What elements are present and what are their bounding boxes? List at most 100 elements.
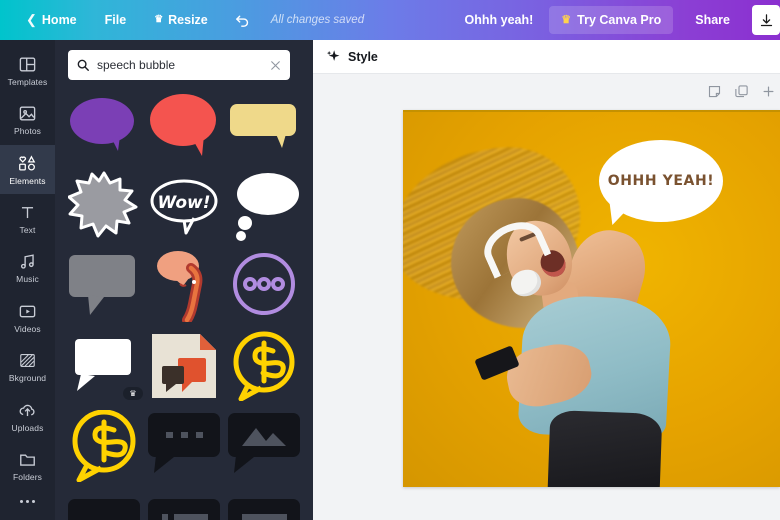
element-dark-list-tile[interactable]: [148, 490, 220, 520]
sidebar-item-photos[interactable]: Photos: [0, 95, 55, 144]
design-canvas[interactable]: OHHH YEAH!: [403, 110, 780, 487]
more-dots-icon: [32, 499, 35, 503]
upload-icon: [19, 404, 35, 416]
more-dots-icon: [20, 499, 23, 503]
background-icon: [20, 354, 35, 368]
sidebar-item-background[interactable]: Bkground: [0, 342, 55, 391]
folder-icon: [20, 454, 35, 466]
dark-square-dots-tile-icon: [68, 498, 140, 520]
element-yellow-rounded-speech-bubble[interactable]: [228, 90, 300, 162]
sparkle-icon: [326, 50, 340, 61]
document-title[interactable]: Ohhh yeah!: [449, 13, 550, 27]
white-thought-bubble-icon: [236, 173, 299, 241]
crown-icon: ♛: [129, 389, 137, 398]
save-status: All changes saved: [270, 14, 365, 26]
search-icon: [77, 59, 89, 71]
element-wow-outline-speech-bubble[interactable]: Wow!: [148, 170, 220, 242]
file-menu-button[interactable]: File: [91, 7, 141, 33]
undo-icon: [235, 15, 248, 27]
search-input-wrapper[interactable]: speech bubble: [68, 50, 290, 80]
resize-button[interactable]: ♛ Resize: [140, 7, 222, 33]
yellow-rounded-speech-bubble-icon: [230, 104, 296, 148]
element-yellow-dollar-outline-bubble[interactable]: [68, 410, 140, 482]
text-icon: [21, 206, 34, 218]
sidebar-item-music[interactable]: Music: [0, 244, 55, 293]
element-row: [68, 250, 300, 322]
try-canva-pro-button[interactable]: ♛ Try Canva Pro: [549, 6, 674, 34]
element-dark-image-chat-tile[interactable]: [228, 410, 300, 482]
style-toolbar: Style: [313, 40, 780, 74]
photo-pants: [547, 410, 663, 487]
download-button[interactable]: [752, 5, 780, 35]
element-paper-chat-illustration[interactable]: [148, 330, 220, 402]
element-purple-oval-speech-bubble[interactable]: [68, 90, 140, 162]
undo-button[interactable]: [222, 6, 263, 35]
add-page-icon[interactable]: [761, 84, 776, 99]
left-sidebar: Templates Photos Elements Text Music Vid…: [0, 40, 55, 520]
yellow-dollar-speech-bubble-icon: [233, 331, 295, 401]
duplicate-icon[interactable]: [734, 84, 749, 99]
dark-list-tile-icon: [148, 498, 220, 520]
speech-bubble-text: OHHH YEAH!: [607, 173, 715, 189]
element-white-rect-speech-bubble[interactable]: ♛: [68, 330, 143, 402]
close-icon[interactable]: [269, 59, 282, 72]
elements-icon: [19, 154, 36, 171]
dark-lines-tile-icon: [228, 498, 300, 520]
sidebar-item-templates[interactable]: Templates: [0, 46, 55, 95]
more-dots-icon: [26, 499, 29, 503]
element-dark-lines-tile[interactable]: [228, 490, 300, 520]
element-yellow-dollar-speech-bubble[interactable]: [228, 330, 300, 402]
sidebar-item-label: Elements: [9, 175, 46, 186]
search-input[interactable]: speech bubble: [97, 58, 262, 72]
sidebar-item-label: Videos: [14, 323, 41, 334]
element-white-thought-bubble[interactable]: [228, 170, 300, 242]
element-red-oval-speech-bubble[interactable]: [148, 90, 220, 162]
dark-image-chat-tile-icon: [228, 413, 300, 473]
home-label: Home: [41, 13, 77, 27]
notes-icon[interactable]: [707, 84, 722, 99]
dark-ellipsis-chat-tile-icon: [148, 413, 220, 473]
element-purple-ellipsis-circle-bubble[interactable]: [228, 250, 300, 322]
elements-panel: speech bubble Wow! ♛: [55, 40, 313, 520]
element-row: [68, 90, 300, 162]
canva-editor-window: ❮ Home File ♛ Resize All changes saved O…: [0, 0, 780, 520]
try-canva-pro-label: Try Canva Pro: [577, 13, 662, 27]
video-icon: [19, 305, 36, 318]
element-row: ♛: [68, 330, 300, 402]
crown-icon: ♛: [154, 14, 164, 25]
file-label: File: [104, 13, 127, 27]
top-toolbar: ❮ Home File ♛ Resize All changes saved O…: [0, 0, 780, 40]
bacon-character-bubble-icon: [157, 251, 203, 322]
sidebar-item-elements[interactable]: Elements: [0, 144, 55, 195]
top-toolbar-right-group: Ohhh yeah! ♛ Try Canva Pro Share: [449, 0, 780, 40]
editor-area: Style OHHH YEAH!: [313, 40, 780, 520]
speech-bubble[interactable]: OHHH YEAH!: [599, 140, 723, 222]
element-dark-ellipsis-chat-tile[interactable]: [148, 410, 220, 482]
element-bacon-character-bubble[interactable]: [148, 250, 220, 322]
templates-icon: [19, 57, 36, 72]
canvas-toolbar: [707, 84, 776, 99]
paper-chat-illustration-icon: [152, 334, 216, 398]
sidebar-item-uploads[interactable]: Uploads: [0, 392, 55, 441]
sidebar-item-label: Uploads: [11, 422, 44, 433]
sidebar-item-label: Text: [19, 224, 36, 235]
yellow-dollar-outline-bubble-icon: [72, 410, 136, 482]
share-button[interactable]: Share: [681, 6, 744, 34]
element-row: Wow!: [68, 170, 300, 242]
sidebar-more-button[interactable]: [0, 491, 55, 512]
sidebar-item-text[interactable]: Text: [0, 194, 55, 243]
element-gray-rect-speech-bubble[interactable]: [68, 250, 140, 322]
element-gray-burst-speech-bubble[interactable]: [68, 170, 140, 242]
wow-outline-speech-bubble-icon: Wow!: [150, 179, 218, 235]
share-label: Share: [695, 13, 730, 27]
sidebar-item-videos[interactable]: Videos: [0, 293, 55, 342]
style-label: Style: [348, 49, 378, 64]
element-dark-square-dots-tile[interactable]: [68, 490, 140, 520]
purple-ellipsis-circle-bubble-icon: [233, 253, 295, 315]
red-oval-speech-bubble-icon: [150, 94, 216, 156]
pro-badge: ♛: [123, 387, 143, 400]
search-bar: speech bubble: [68, 50, 290, 80]
sidebar-item-label: Photos: [13, 126, 42, 137]
sidebar-item-folders[interactable]: Folders: [0, 441, 55, 490]
home-button[interactable]: ❮ Home: [12, 6, 91, 34]
